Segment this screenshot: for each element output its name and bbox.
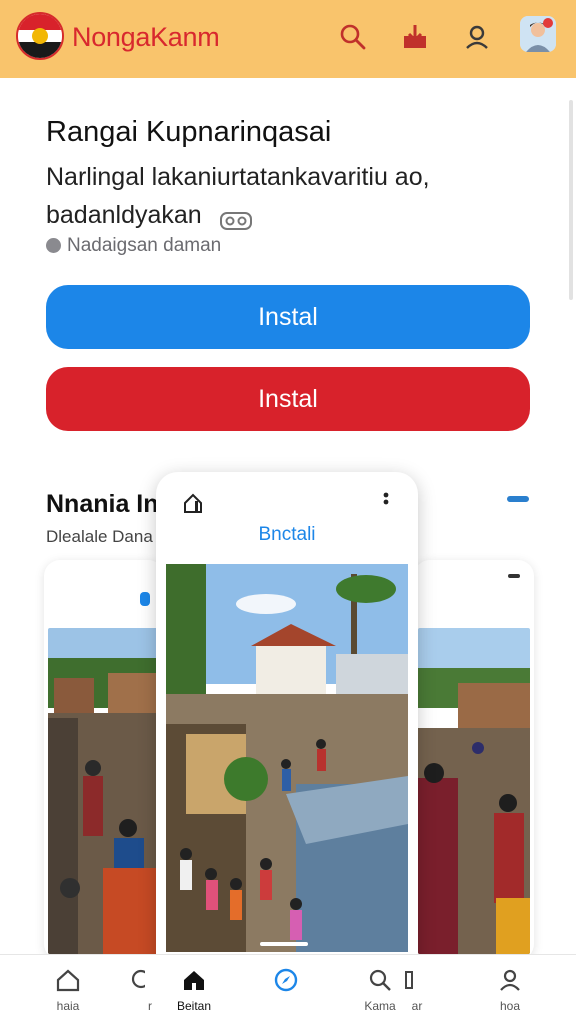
download-icon[interactable] — [400, 22, 430, 52]
screenshot-card-main[interactable]: Bnctali — [156, 472, 418, 1024]
partial-icon — [405, 971, 413, 989]
nav-label: haia — [56, 999, 80, 1013]
nav-item-explore[interactable] — [246, 967, 326, 999]
install-button-secondary[interactable]: Instal — [46, 367, 530, 431]
brand-mark-icon — [140, 592, 150, 606]
see-more-indicator[interactable] — [507, 496, 529, 502]
nav-item-home[interactable]: haia — [28, 967, 108, 1013]
logo[interactable] — [16, 12, 64, 60]
person-icon — [500, 969, 520, 991]
nav-label: Beitan — [176, 999, 212, 1013]
brand-name: NongaKanm — [72, 22, 220, 52]
nav-label: r — [148, 999, 152, 1013]
home-icon — [56, 969, 80, 992]
home-filled-icon — [184, 971, 204, 990]
nav-item-beitan[interactable]: Beitan — [154, 967, 234, 1013]
vr-headset-icon — [219, 205, 253, 231]
bottom-navigation: haia r Beitan Kama ar hoa — [0, 954, 576, 1024]
nav-label: ar — [411, 999, 423, 1013]
home-indicator — [260, 942, 308, 946]
status-bar-mark — [508, 574, 520, 578]
preview-title: Bnctali — [258, 524, 316, 545]
info-icon — [46, 238, 61, 253]
nav-item-partial-right[interactable]: ar — [402, 967, 432, 1013]
section-title: Nnania In — [46, 490, 159, 518]
village-street-image — [48, 628, 160, 954]
screenshot-card-right[interactable] — [414, 560, 534, 960]
section-subtitle: Dlealale Dana — [46, 527, 153, 546]
app-meta-text: Nadaigsan daman — [67, 235, 222, 256]
screenshot-card-left[interactable] — [44, 560, 164, 960]
install-button-primary[interactable]: Instal — [46, 285, 530, 349]
home-outline-icon[interactable] — [182, 492, 204, 514]
market-street-image — [418, 628, 530, 954]
search-icon[interactable] — [338, 22, 368, 52]
search-icon — [369, 969, 391, 991]
app-meta: Nadaigsan daman — [46, 235, 221, 257]
nav-label: hoa — [499, 999, 521, 1013]
user-icon[interactable] — [462, 22, 492, 52]
app-subtitle: Narlingal lakaniurtatankavaritiu ao, bad… — [46, 158, 516, 234]
avatar[interactable] — [520, 16, 556, 52]
partial-icon — [131, 969, 145, 989]
app-title: Rangai Kupnarinqasai — [46, 116, 332, 148]
nav-item-partial-left[interactable]: r — [112, 967, 152, 1013]
village-market-image — [166, 564, 408, 952]
compass-icon — [274, 968, 298, 992]
scrollbar[interactable] — [569, 100, 573, 300]
app-header: NongaKanm — [0, 0, 576, 78]
more-vertical-icon[interactable] — [383, 492, 389, 508]
nav-item-profile[interactable]: hoa — [470, 967, 550, 1013]
